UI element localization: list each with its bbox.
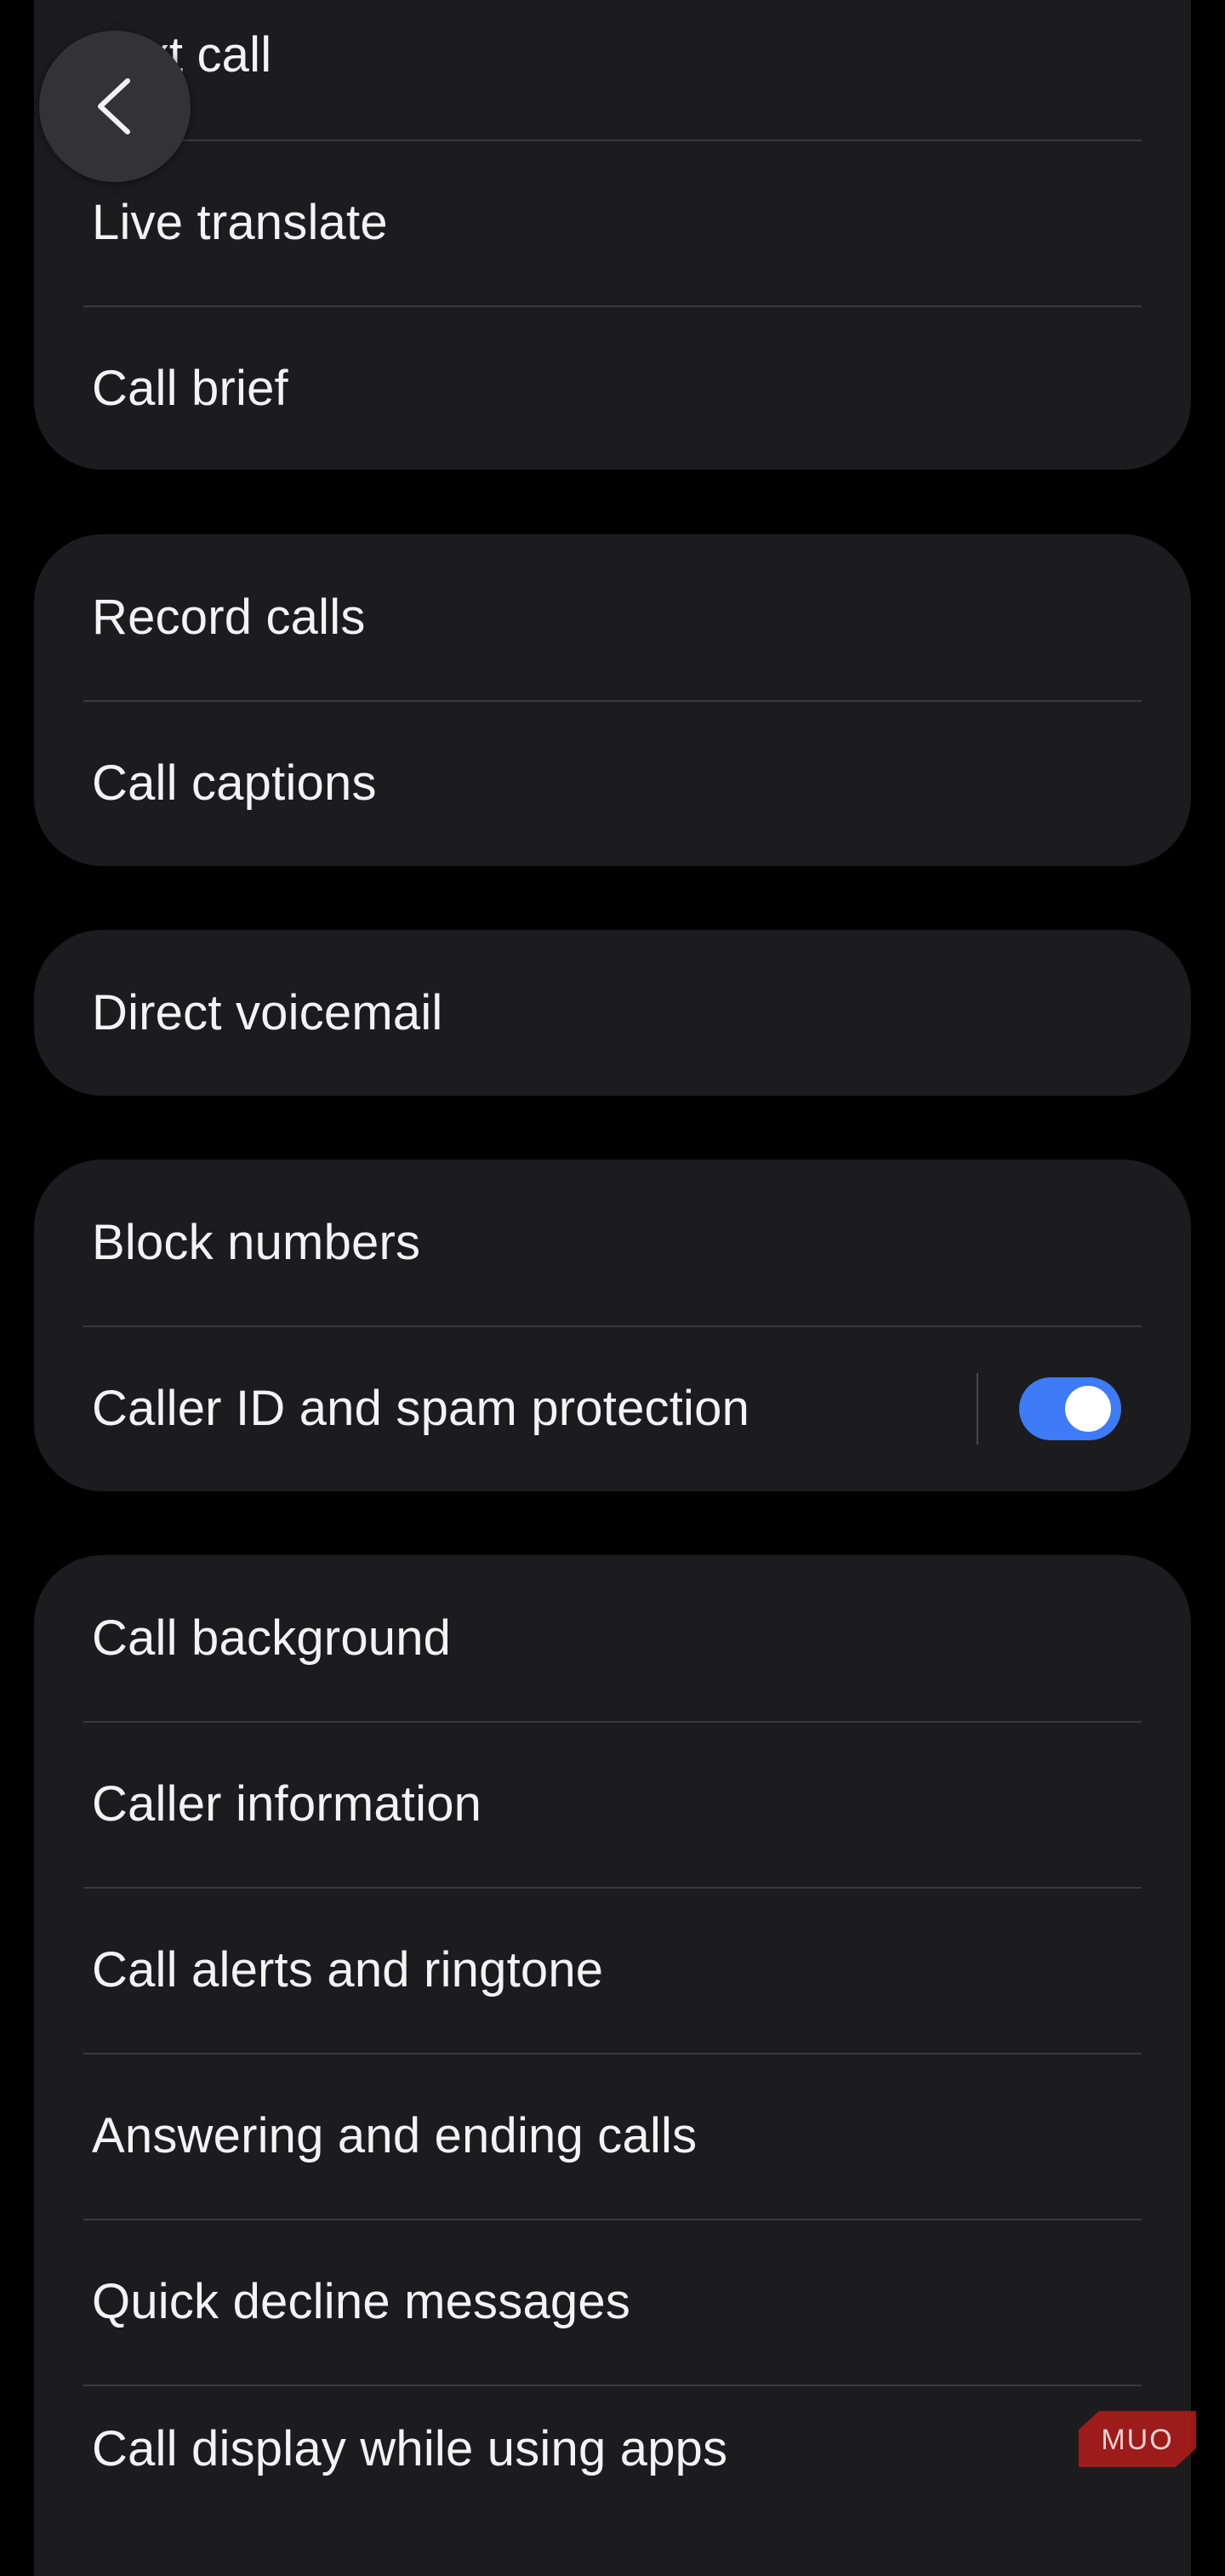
settings-item-label: Caller information [92,1776,482,1832]
settings-item-label: Call captions [92,755,377,811]
settings-item-answering-ending-calls[interactable]: Answering and ending calls [34,2053,1191,2219]
toggle-wrap [977,1325,1121,1491]
settings-item-quick-decline-messages[interactable]: Quick decline messages [34,2219,1191,2385]
chevron-left-icon [85,72,145,140]
settings-item-label: Caller ID and spam protection [92,1381,750,1436]
settings-item-label: Live translate [92,195,388,250]
settings-item-label: Text call [92,26,272,83]
settings-item-block-numbers[interactable]: Block numbers [34,1160,1191,1325]
settings-item-record-calls[interactable]: Record calls [34,534,1191,700]
settings-item-label: Call display while using apps [92,2421,728,2476]
settings-item-caller-id-spam-protection[interactable]: Caller ID and spam protection [34,1325,1191,1491]
back-button[interactable] [39,31,191,182]
blocking-card: Block numbers Caller ID and spam protect… [34,1160,1191,1491]
recording-card: Record calls Call captions [34,534,1191,866]
settings-item-call-background[interactable]: Call background [34,1555,1191,1721]
settings-item-label: Quick decline messages [92,2274,631,2329]
settings-item-caller-information[interactable]: Caller information [34,1721,1191,1887]
settings-item-label: Answering and ending calls [92,2108,698,2163]
muo-watermark-logo: MUO [1079,2411,1196,2467]
settings-item-text-call[interactable]: Text call [34,0,1191,140]
settings-item-label: Call brief [92,361,288,416]
settings-item-live-translate[interactable]: Live translate [34,140,1191,305]
settings-item-label: Record calls [92,590,366,645]
settings-item-label: Call alerts and ringtone [92,1942,604,1998]
settings-item-label: Direct voicemail [92,985,443,1040]
vertical-divider [977,1372,978,1445]
voicemail-card: Direct voicemail [34,930,1191,1096]
svg-text:MUO: MUO [1101,2424,1173,2456]
call-features-card: Text call Live translate Call brief [34,0,1191,470]
call-display-card: Call background Caller information Call … [34,1555,1191,2576]
settings-item-call-brief[interactable]: Call brief [34,305,1191,470]
settings-item-label: Block numbers [92,1215,421,1270]
settings-item-call-display-using-apps[interactable]: Call display while using apps [34,2385,1191,2550]
caller-id-toggle-switch[interactable] [1019,1376,1121,1440]
toggle-knob [1065,1385,1111,1432]
settings-item-label: Call background [92,1610,452,1666]
settings-item-call-captions[interactable]: Call captions [34,700,1191,866]
settings-item-call-alerts-ringtone[interactable]: Call alerts and ringtone [34,1887,1191,2053]
settings-item-direct-voicemail[interactable]: Direct voicemail [34,930,1191,1096]
